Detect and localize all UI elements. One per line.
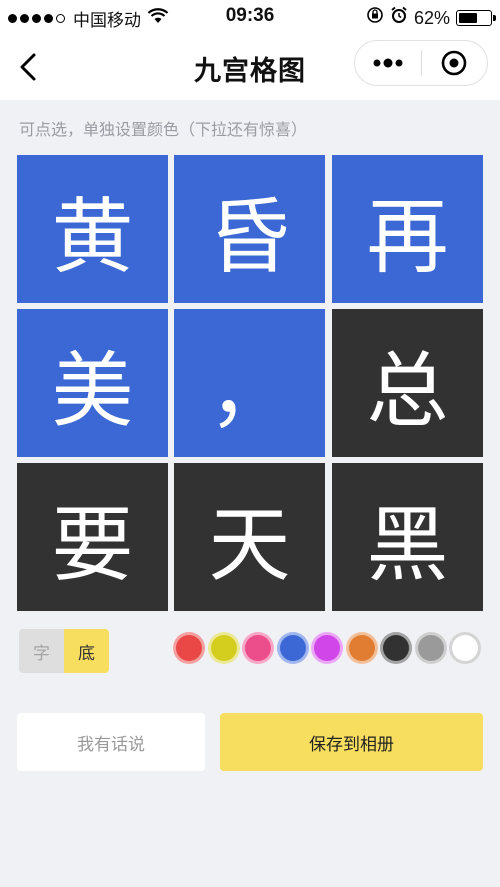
grid-cell[interactable]: 总 [332,309,483,457]
save-to-album-button[interactable]: 保存到相册 [220,713,483,771]
battery-fill [459,13,477,23]
nine-grid: 黄 昏 再 美 ， 总 要 天 黑 [17,155,483,611]
mini-program-capsule [354,40,488,86]
color-swatch-white[interactable] [452,635,478,661]
battery-icon [456,10,496,26]
grid-cell[interactable]: 黄 [17,155,168,303]
grid-cell[interactable]: 要 [17,463,168,611]
nav-bar: 九宫格图 [0,34,500,100]
background-color-tab[interactable]: 底 [64,629,109,673]
hint-text: 可点选，单独设置颜色（下拉还有惊喜） [19,120,308,139]
battery-percent: 62% [413,7,450,28]
grid-cell[interactable]: 黑 [332,463,483,611]
status-bar: 中国移动 09:36 62% [0,0,500,34]
text-color-tab[interactable]: 字 [19,629,64,673]
color-swatch-yellow[interactable] [210,635,237,661]
cell-char: 总 [366,343,449,439]
more-dots-icon [373,58,403,68]
target-circle-icon [441,50,467,76]
color-swatch-red[interactable] [176,635,202,661]
color-swatch-gray[interactable] [417,635,444,661]
cell-char: 要 [51,497,134,593]
cell-char: 再 [366,189,449,285]
orientation-lock-icon [366,6,384,30]
color-swatch-pink[interactable] [245,635,271,661]
grid-cell[interactable]: 美 [17,309,168,457]
cell-char: 黑 [366,497,449,593]
alarm-clock-icon [390,6,408,30]
cell-char: 昏 [208,189,291,285]
cell-char: 美 [51,343,134,439]
color-swatch-black[interactable] [383,635,409,661]
color-swatch-blue[interactable] [279,635,306,661]
close-program-button[interactable] [422,41,488,85]
say-something-button[interactable]: 我有话说 [17,713,205,771]
color-swatch-purple[interactable] [314,635,340,661]
color-swatch-orange[interactable] [348,635,375,661]
grid-cell[interactable]: 再 [332,155,483,303]
cell-char: 天 [208,497,291,593]
more-button[interactable] [355,41,421,85]
grid-cell[interactable]: 昏 [174,155,325,303]
grid-cell[interactable]: ， [174,309,325,457]
text-bg-toggle: 字 底 [19,629,109,673]
status-right: 62% [366,6,496,30]
cell-char: 黄 [51,189,134,285]
cell-char: ， [208,343,291,439]
grid-cell[interactable]: 天 [174,463,325,611]
